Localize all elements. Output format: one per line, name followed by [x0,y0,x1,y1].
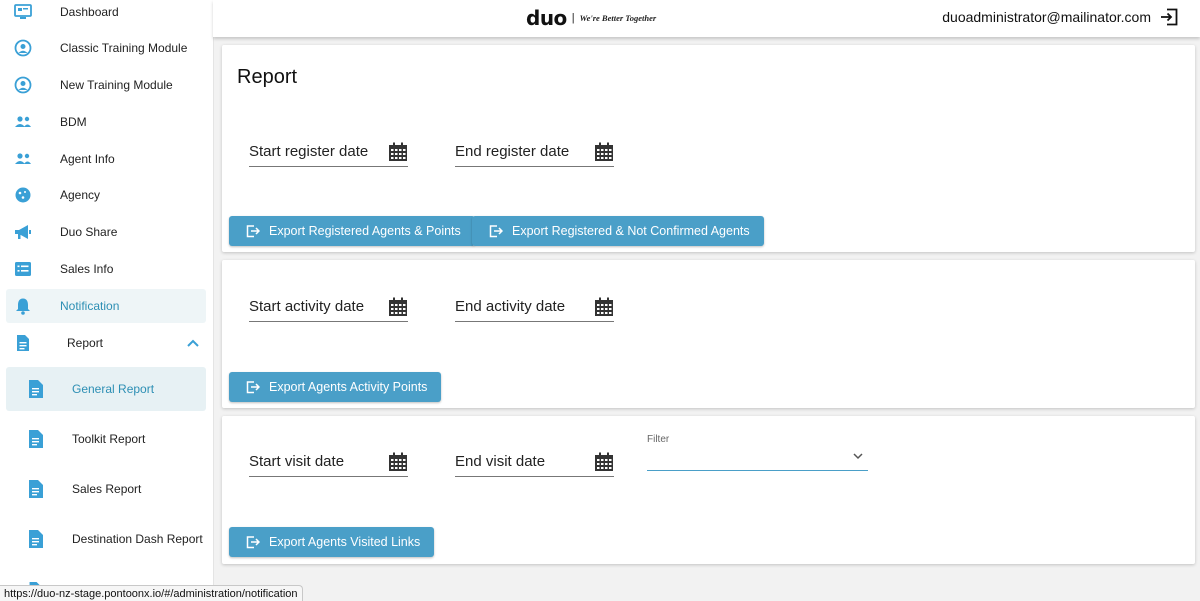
logout-icon[interactable] [1160,8,1178,26]
sidebar-item-report[interactable]: Report [6,326,206,360]
export-agents-visited-links-button[interactable]: Export Agents Visited Links [229,527,435,557]
export-icon [489,225,503,238]
cookie-icon [15,187,31,203]
calendar-icon[interactable] [594,142,614,162]
sidebar-item-bdm[interactable]: BDM [6,105,206,139]
sidebar-item-label: Notification [60,299,120,313]
sidebar-item-label: Agent Info [60,152,115,166]
sidebar-item-agent-info[interactable]: Agent Info [6,142,206,176]
sidebar-subitem-label: Destination Dash Report [72,532,203,546]
sidebar-subitem-label: Toolkit Report [72,432,146,446]
document-icon [29,530,43,548]
sidebar-item-label: BDM [60,115,87,129]
list-icon [15,262,31,276]
calendar-icon[interactable] [594,297,614,317]
visit-report-card: Start visit date End visit date Filter E… [222,416,1195,564]
sidebar-item-label: Classic Training Module [60,41,188,55]
end-visit-date-field[interactable]: End visit date [455,448,614,477]
brand: duo | We're Better Together [526,6,656,30]
button-label: Export Agents Activity Points [269,380,428,394]
calendar-icon[interactable] [388,452,408,472]
start-activity-date-label: Start activity date [249,298,365,315]
sidebar-item-dashboard[interactable]: Dashboard [6,0,206,29]
brand-separator: | [571,12,575,24]
brand-tagline: We're Better Together [579,13,657,23]
people-icon [15,153,31,164]
document-icon [29,480,43,498]
sidebar-subitem-toolkit-report[interactable]: Toolkit Report [6,417,206,461]
end-visit-date-label: End visit date [455,453,546,470]
export-registered-agents-points-button[interactable]: Export Registered Agents & Points [229,216,475,246]
export-icon [246,381,260,394]
document-icon [29,380,43,398]
document-icon [29,430,43,448]
export-agents-activity-points-button[interactable]: Export Agents Activity Points [229,372,442,402]
export-registered-not-confirmed-button[interactable]: Export Registered & Not Confirmed Agents [472,216,764,246]
graduate-icon [14,76,32,94]
button-label: Export Registered & Not Confirmed Agents [512,224,750,238]
filter-label: Filter [647,434,670,445]
calendar-icon[interactable] [388,297,408,317]
sidebar-item-label: Report [67,336,104,350]
chevron-down-icon [853,453,863,460]
graduate-icon [14,39,32,57]
calendar-icon[interactable] [594,452,614,472]
page-title: Report [237,66,298,88]
end-register-date-field[interactable]: End register date [455,138,614,167]
sidebar-subitem-label: Sales Report [72,482,142,496]
sidebar-item-label: Duo Share [60,225,118,239]
sidebar-subitem-label: General Report [72,382,155,396]
sidebar: Dashboard Classic Training Module New Tr… [0,0,214,601]
megaphone-icon [15,225,31,239]
sidebar-item-agency[interactable]: Agency [6,178,206,212]
filter-select[interactable] [647,446,868,471]
button-label: Export Agents Visited Links [269,535,421,549]
activity-report-card: Start activity date End activity date Ex… [222,260,1195,408]
people-icon [15,116,31,127]
export-icon [246,536,260,549]
sidebar-item-label: Agency [60,188,101,202]
register-report-card: Report Start register date End register … [222,45,1195,252]
chevron-up-icon[interactable] [186,336,200,350]
sidebar-subitem-sales-report[interactable]: Sales Report [6,467,206,511]
bell-icon [16,298,30,315]
sidebar-subitem-general-report[interactable]: General Report [6,367,206,411]
start-register-date-field[interactable]: Start register date [249,138,408,167]
sidebar-item-sales-info[interactable]: Sales Info [6,252,206,286]
duo-logo: duo [526,6,567,30]
top-bar: duo | We're Better Together duoadministr… [213,0,1200,37]
export-icon [246,225,260,238]
sidebar-item-duo-share[interactable]: Duo Share [6,215,206,249]
calendar-icon[interactable] [388,142,408,162]
sidebar-item-label: Dashboard [60,5,119,19]
sidebar-item-classic-training[interactable]: Classic Training Module [6,31,206,65]
button-label: Export Registered Agents & Points [269,224,461,238]
end-activity-date-field[interactable]: End activity date [455,293,614,322]
start-register-date-label: Start register date [249,143,369,160]
user-email: duoadministrator@mailinator.com [942,9,1151,25]
start-visit-date-label: Start visit date [249,453,345,470]
monitor-icon [14,4,32,19]
sidebar-item-notification[interactable]: Notification [6,289,206,323]
sidebar-item-label: Sales Info [60,262,114,276]
sidebar-item-new-training[interactable]: New Training Module [6,68,206,102]
document-icon [17,335,29,351]
end-activity-date-label: End activity date [455,298,566,315]
end-register-date-label: End register date [455,143,570,160]
start-activity-date-field[interactable]: Start activity date [249,293,408,322]
status-bar-url: https://duo-nz-stage.pontoonx.io/#/admin… [0,585,303,601]
sidebar-subitem-destination-dash-report[interactable]: Destination Dash Report [6,517,206,561]
start-visit-date-field[interactable]: Start visit date [249,448,408,477]
sidebar-item-label: New Training Module [60,78,173,92]
